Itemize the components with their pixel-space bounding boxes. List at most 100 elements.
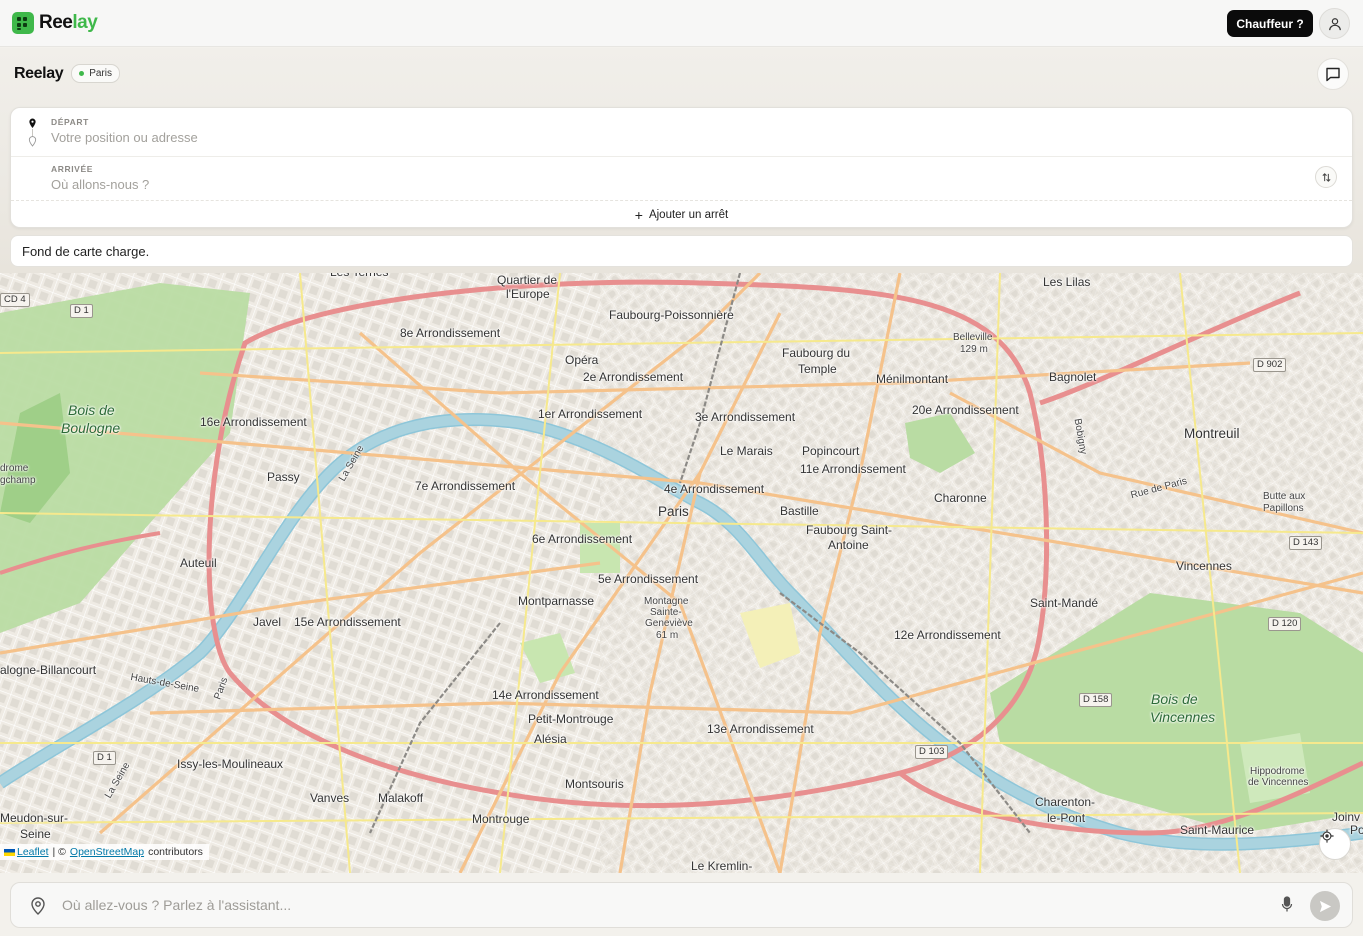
map-place-label: gchamp: [0, 475, 36, 486]
map-place-label: 7e Arrondissement: [415, 479, 516, 493]
map-place-label: Sainte-: [650, 607, 682, 618]
swap-button[interactable]: [1315, 166, 1337, 188]
assistant-input[interactable]: [60, 896, 1264, 914]
road-number-badge: CD 4: [0, 293, 30, 307]
map-place-label: Vincennes: [1176, 559, 1232, 573]
map-place-label: Alésia: [534, 732, 567, 746]
map-place-label: Montreuil: [1184, 426, 1240, 441]
map-place-label: Opéra: [565, 353, 599, 367]
field-divider-dashed: [11, 200, 1352, 201]
map-place-label: Bastille: [780, 504, 819, 518]
map-pin-outline-icon: [28, 136, 37, 147]
driver-button[interactable]: Chauffeur ?: [1227, 10, 1313, 37]
app-logo[interactable]: Reelay: [12, 12, 98, 34]
map-place-label: Ménilmontant: [876, 372, 949, 386]
assistant-bar: [10, 882, 1353, 928]
add-stop-button[interactable]: + Ajouter un arrêt: [11, 204, 1352, 226]
chat-button[interactable]: [1317, 58, 1349, 90]
user-account-button[interactable]: [1319, 8, 1350, 39]
arrival-label: ARRIVÉE: [51, 164, 93, 174]
map-place-label: Joinv: [1332, 810, 1361, 824]
header-title-row: Reelay Paris: [14, 64, 120, 83]
map-place-label: Issy-les-Moulineaux: [177, 757, 284, 771]
status-dot: [79, 71, 85, 76]
map-place-label: Bois de: [68, 402, 115, 418]
map-place-label: 3e Arrondissement: [695, 410, 796, 424]
map-place-label: Popincourt: [802, 444, 860, 458]
map-place-label: Les Ternes: [330, 273, 388, 279]
logo-text: Reelay: [39, 12, 98, 33]
road-number-badge: D 143: [1289, 536, 1323, 550]
microphone-icon[interactable]: [1281, 896, 1293, 913]
map-place-label: Po: [1350, 823, 1363, 837]
leaflet-link[interactable]: Leaflet: [17, 846, 49, 858]
arrival-field: ARRIVÉE: [51, 164, 1291, 192]
map-place-label: Seine: [20, 827, 51, 841]
map-place-label: Boulogne: [61, 420, 121, 436]
map-place-label: Le Marais: [720, 444, 773, 458]
toast-message: Fond de carte charge.: [22, 243, 150, 259]
map-place-label: Belleville: [953, 332, 993, 343]
map-place-label: Montparnasse: [518, 594, 595, 608]
map-place-label: 13e Arrondissement: [707, 722, 814, 736]
map-place-label: le-Pont: [1047, 811, 1086, 825]
crosshair-locate-icon: [1320, 829, 1334, 843]
map-place-label: Hippodrome: [1250, 766, 1305, 777]
map-place-label: de Vincennes: [1248, 777, 1309, 788]
add-stop-label: Ajouter un arrêt: [648, 209, 729, 221]
map-pin-icon: [29, 118, 36, 128]
map-place-label: Quartier de: [497, 273, 558, 287]
map-place-label: Montagne: [644, 596, 689, 607]
map-place-label: Saint-Maurice: [1180, 823, 1255, 837]
road-number-badge: D 1: [93, 751, 116, 765]
departure-input[interactable]: [51, 130, 1291, 145]
logo-icon: [12, 12, 34, 34]
user-icon: [1328, 17, 1341, 30]
map-place-label: 8e Arrondissement: [400, 326, 501, 340]
map-place-label: Le Kremlin-: [691, 859, 753, 873]
map-place-label: 61 m: [656, 630, 679, 641]
map-place-label: 1er Arrondissement: [538, 407, 643, 421]
map-place-label: Javel: [253, 615, 282, 629]
chat-bubble-icon: [1326, 67, 1340, 82]
osm-link[interactable]: OpenStreetMap: [70, 846, 144, 858]
map-place-label: Les Lilas: [1043, 275, 1091, 289]
map-place-label: Auteuil: [180, 556, 217, 570]
attribution-contributors: contributors: [148, 846, 203, 858]
map-place-label: Geneviève: [645, 618, 693, 629]
road-number-badge: D 103: [915, 745, 949, 759]
map-pin-outline-icon: [31, 897, 45, 915]
departure-label: DÉPART: [51, 117, 89, 127]
map-place-label: Faubourg Saint-: [806, 523, 893, 537]
map-place-label: 4e Arrondissement: [664, 482, 765, 496]
map-place-label: Paris: [658, 504, 689, 519]
send-button[interactable]: [1310, 891, 1340, 921]
page-title: Reelay: [14, 64, 64, 82]
arrival-input[interactable]: [51, 177, 1291, 192]
map-view[interactable]: Quartier de l'Europe Faubourg-Poissonnière…: [0, 273, 1363, 873]
map-place-label: Meudon-sur-: [0, 811, 69, 825]
swap-vertical-icon: [1321, 172, 1331, 182]
departure-field: DÉPART: [51, 117, 1291, 145]
map-place-label: alogne-Billancourt: [0, 663, 97, 677]
locate-me-button[interactable]: [1319, 828, 1351, 860]
map-place-label: 2e Arrondissement: [583, 370, 684, 384]
map-place-label: 20e Arrondissement: [912, 403, 1019, 417]
road-number-badge: D 158: [1079, 693, 1113, 707]
map-place-label: Montsouris: [565, 777, 624, 791]
field-divider: [11, 156, 1352, 157]
top-bar: Reelay Chauffeur ?: [0, 0, 1363, 47]
map-place-label: Malakoff: [378, 791, 424, 805]
map-place-label: Faubourg-Poissonnière: [609, 308, 734, 322]
map-place-label: Vincennes: [1150, 709, 1216, 725]
map-place-label: 129 m: [960, 344, 988, 355]
plus-icon: +: [634, 207, 643, 223]
map-place-label: Saint-Mandé: [1030, 596, 1099, 610]
map-place-label: Bois de: [1151, 691, 1198, 707]
road-number-badge: D 1: [70, 304, 93, 318]
map-place-label: drome: [0, 463, 29, 474]
map-place-label: Butte aux: [1263, 491, 1306, 502]
map-place-label: l'Europe: [506, 287, 550, 301]
city-badge: Paris: [71, 64, 120, 83]
map-place-label: Petit-Montrouge: [528, 712, 614, 726]
